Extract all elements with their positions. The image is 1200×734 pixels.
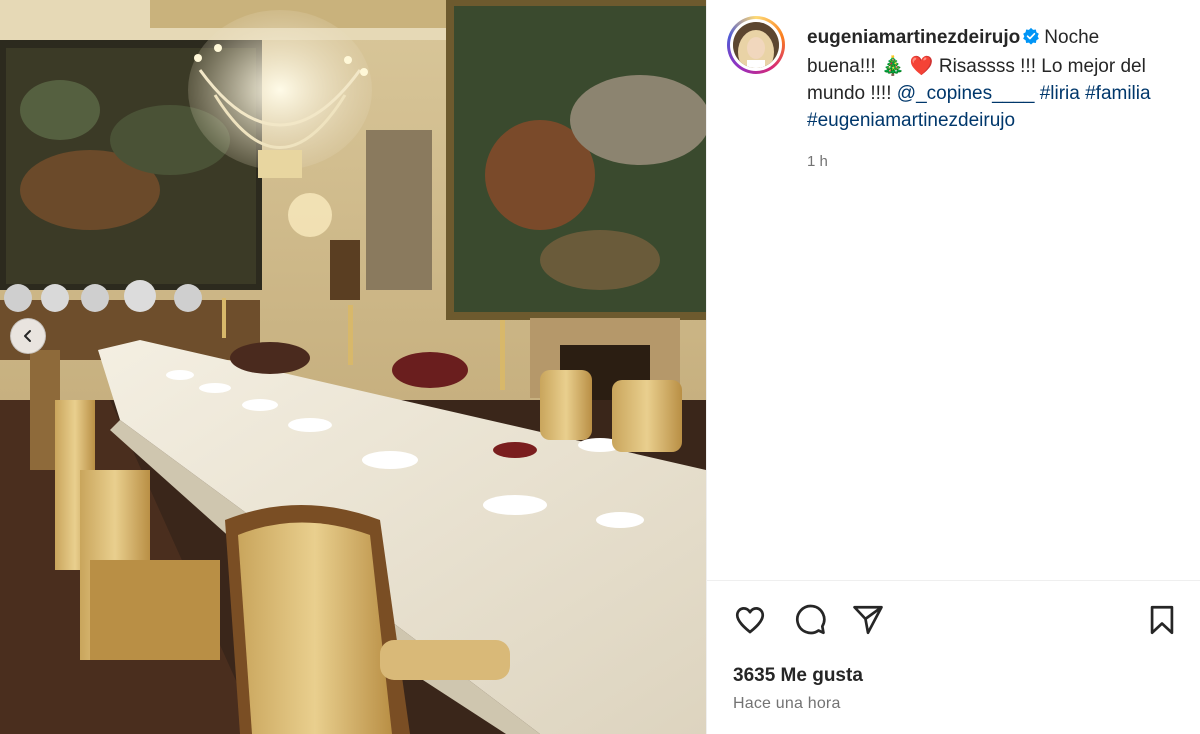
post-actions: 3635 Me gusta Hace una hora bbox=[707, 580, 1200, 734]
story-ring[interactable] bbox=[727, 16, 785, 74]
hashtag-link[interactable]: #liria bbox=[1040, 83, 1080, 104]
chevron-left-icon bbox=[24, 330, 31, 342]
verified-badge-icon bbox=[1022, 26, 1040, 53]
share-button[interactable] bbox=[851, 603, 885, 637]
save-button[interactable] bbox=[1145, 603, 1179, 637]
likes-count[interactable]: 3635 Me gusta bbox=[733, 665, 863, 687]
speech-bubble-icon bbox=[796, 604, 826, 635]
carousel-prev-button[interactable] bbox=[10, 318, 46, 354]
post-sidebar: eugeniamartinezdeirujo Noche buena!!! 🎄 ❤… bbox=[706, 0, 1200, 734]
post-time[interactable]: Hace una hora bbox=[733, 695, 841, 713]
post-photo[interactable] bbox=[0, 0, 706, 734]
caption-block: eugeniamartinezdeirujo Noche buena!!! 🎄 ❤… bbox=[727, 16, 1187, 175]
like-button[interactable] bbox=[733, 603, 767, 637]
avatar-photo bbox=[733, 22, 779, 68]
mention-link[interactable]: @_copines____ bbox=[897, 83, 1035, 104]
heart-emoji: ❤️ bbox=[909, 56, 934, 77]
tree-emoji: 🎄 bbox=[880, 56, 905, 77]
instagram-post: eugeniamartinezdeirujo Noche buena!!! 🎄 ❤… bbox=[0, 0, 1200, 734]
action-icons-row bbox=[733, 603, 1179, 639]
hashtag-link[interactable]: #familia bbox=[1085, 83, 1150, 104]
comment-button[interactable] bbox=[793, 603, 827, 637]
paper-plane-icon bbox=[853, 605, 883, 635]
heart-outline-icon bbox=[735, 607, 765, 634]
username-link[interactable]: eugeniamartinezdeirujo bbox=[807, 27, 1020, 48]
caption-timestamp[interactable]: 1 h bbox=[807, 148, 1167, 175]
avatar bbox=[733, 22, 779, 68]
hashtag-link[interactable]: #eugeniamartinezdeirujo bbox=[807, 110, 1015, 131]
bookmark-icon bbox=[1150, 605, 1174, 635]
dining-room-photo bbox=[0, 0, 706, 734]
caption-text: eugeniamartinezdeirujo Noche buena!!! 🎄 ❤… bbox=[807, 24, 1167, 175]
